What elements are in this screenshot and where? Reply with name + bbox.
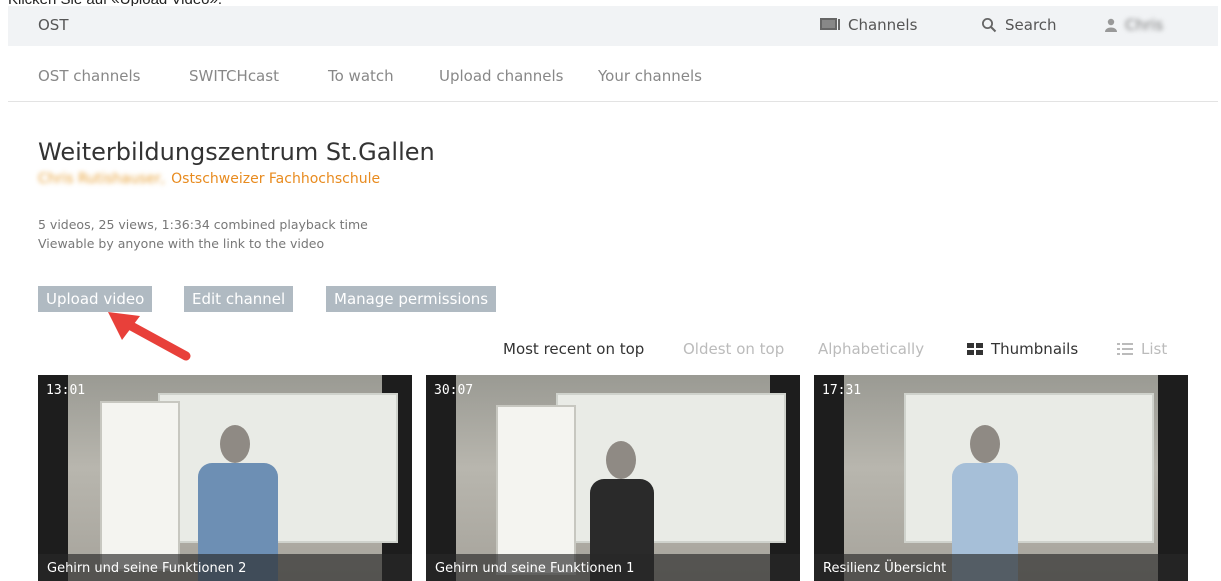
video-card[interactable]: 13:01 Gehirn und seine Funktionen 2: [38, 375, 412, 581]
video-duration: 13:01: [46, 383, 86, 398]
upload-video-button[interactable]: Upload video: [38, 286, 153, 312]
user-name: Chris: [1125, 16, 1164, 34]
video-title[interactable]: Resilienz Übersicht: [823, 561, 946, 576]
user-menu[interactable]: Chris: [1105, 16, 1163, 34]
stats-line: 5 videos, 25 views, 1:36:34 combined pla…: [38, 217, 368, 232]
list-icon: [1117, 343, 1133, 355]
video-card[interactable]: 30:07 Gehirn und seine Funktionen 1: [426, 375, 800, 581]
subnav-item-ost-channels[interactable]: OST channels: [38, 67, 140, 85]
subnav-item-to-watch[interactable]: To watch: [328, 67, 394, 85]
search-nav-link[interactable]: Search: [981, 16, 1057, 34]
sort-alphabetically[interactable]: Alphabetically: [818, 340, 924, 358]
channel-title: Weiterbildungszentrum St.Gallen: [38, 138, 435, 166]
view-thumbnails-toggle[interactable]: Thumbnails: [967, 340, 1078, 358]
search-label: Search: [1005, 16, 1057, 34]
edit-channel-button[interactable]: Edit channel: [184, 286, 294, 312]
sort-most-recent[interactable]: Most recent on top: [503, 340, 644, 358]
video-duration: 30:07: [434, 383, 474, 398]
video-title[interactable]: Gehirn und seine Funktionen 2: [47, 561, 246, 576]
channel-owner-line: Chris Rutishauser, Ostschweizer Fachhochs…: [38, 171, 380, 187]
manage-permissions-button[interactable]: Manage permissions: [326, 286, 497, 312]
list-label: List: [1141, 340, 1168, 358]
thumbnails-icon: [967, 343, 983, 355]
channels-nav-link[interactable]: Channels: [820, 16, 917, 34]
video-title-bar: Gehirn und seine Funktionen 1: [426, 554, 800, 581]
search-icon: [982, 18, 997, 33]
video-title-bar: Gehirn und seine Funktionen 2: [38, 554, 412, 581]
channel-stats: 5 videos, 25 views, 1:36:34 combined pla…: [38, 215, 368, 253]
owner-name[interactable]: Chris Rutishauser,: [38, 171, 165, 187]
channels-icon: [820, 18, 840, 30]
brand-logo[interactable]: OST: [38, 16, 69, 34]
subnav-item-upload-channels[interactable]: Upload channels: [439, 67, 564, 85]
video-duration: 17:31: [822, 383, 862, 398]
video-card[interactable]: 17:31 Resilienz Übersicht: [814, 375, 1188, 581]
top-navbar: OST Channels Search Chris: [8, 6, 1218, 46]
visibility-line: Viewable by anyone with the link to the …: [38, 236, 325, 251]
channel-subnav: OST channels SWITCHcast To watch Upload …: [8, 54, 1218, 102]
video-thumbnail: [456, 375, 786, 581]
video-title[interactable]: Gehirn und seine Funktionen 1: [435, 561, 634, 576]
video-thumbnail: [844, 375, 1158, 581]
video-thumbnail: [68, 375, 398, 581]
channels-label: Channels: [848, 16, 918, 34]
video-title-bar: Resilienz Übersicht: [814, 554, 1188, 581]
subnav-item-your-channels[interactable]: Your channels: [598, 67, 702, 85]
organization-link[interactable]: Ostschweizer Fachhochschule: [171, 171, 380, 187]
sort-oldest[interactable]: Oldest on top: [683, 340, 784, 358]
subnav-item-switchcast[interactable]: SWITCHcast: [189, 67, 279, 85]
annotation-arrow-icon: [108, 312, 191, 361]
view-list-toggle[interactable]: List: [1117, 340, 1167, 358]
thumbnails-label: Thumbnails: [991, 340, 1079, 358]
user-icon: [1105, 18, 1117, 32]
